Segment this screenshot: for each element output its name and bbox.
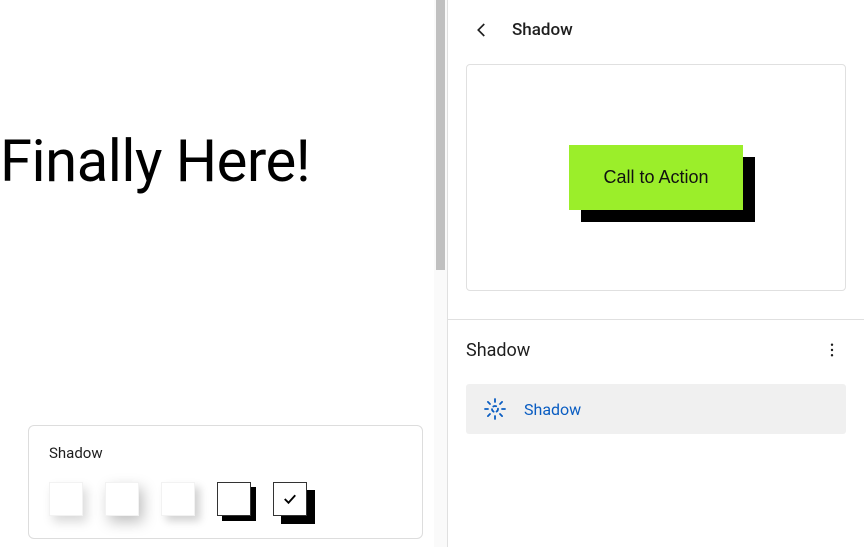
canvas-heading-text: Finally Here! [0,128,310,196]
shadow-swatch-row [49,482,402,516]
check-icon [281,490,299,508]
sun-icon [482,396,508,422]
chevron-left-icon [473,21,491,39]
shadow-option-soft[interactable] [161,482,195,516]
shadow-option-outlined[interactable] [273,482,307,516]
shadow-option-deep[interactable] [105,482,139,516]
preview-card: Call to Action [466,64,846,291]
sidebar-header: Shadow [448,0,864,64]
shadow-item-label: Shadow [524,400,581,419]
canvas-scrollbar[interactable] [434,0,447,547]
shadow-option-natural[interactable] [49,482,83,516]
inspector-sidebar: Shadow Call to Action Shadow [447,0,864,547]
shadow-popover-title: Shadow [49,444,402,462]
scrollbar-thumb[interactable] [436,0,445,270]
shadow-section-header: Shadow [448,320,864,380]
sidebar-header-title: Shadow [512,20,573,40]
preview-cta-button[interactable]: Call to Action [569,145,742,210]
editor-canvas[interactable]: Finally Here! Shadow [0,0,447,547]
shadow-section-label: Shadow [466,340,530,361]
shadow-item-row[interactable]: Shadow [466,384,846,434]
shadow-popover: Shadow [28,425,423,539]
back-button[interactable] [470,18,494,42]
more-options-button[interactable] [818,336,846,364]
more-vertical-icon [823,341,841,359]
shadow-option-crisp[interactable] [217,482,251,516]
